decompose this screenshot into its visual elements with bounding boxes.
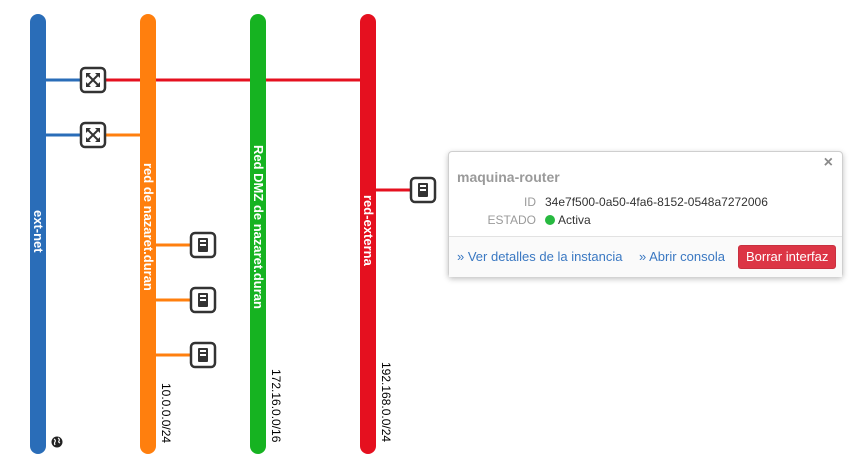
popup-id-value: 34e7f500-0a50-4fa6-8152-0548a7272006 (545, 195, 768, 209)
popup-id-label: ID (524, 195, 536, 209)
popup-title: maquina-router (457, 169, 560, 185)
instance-icon[interactable] (189, 231, 217, 259)
network-label-dmz: Red DMZ de nazaret.duran (251, 145, 266, 309)
popup-status-label: ESTADO (487, 213, 536, 227)
close-icon[interactable]: × (824, 154, 833, 172)
network-label-ext-net: ext-net (31, 210, 46, 253)
network-label-nazaret: red de nazaret.duran (141, 163, 156, 291)
cidr-label-dmz: 172.16.0.0/16 (269, 369, 283, 443)
instance-icon-maquina-router[interactable] (409, 176, 437, 204)
delete-interface-button[interactable]: Borrar interfaz (738, 245, 837, 269)
instance-icon[interactable] (189, 341, 217, 369)
popup-status-value-wrap: Activa (545, 213, 591, 227)
instance-popup: × maquina-router ID 34e7f500-0a50-4fa6-8… (448, 151, 843, 277)
popup-actions: » Ver detalles de la instancia » Abrir c… (449, 237, 842, 277)
router-icon[interactable] (79, 66, 107, 94)
router-icon[interactable] (79, 121, 107, 149)
cidr-label-nazaret: 10.0.0.0/24 (159, 383, 173, 443)
network-label-externa: red-externa (361, 195, 376, 267)
instance-icon[interactable] (189, 286, 217, 314)
status-dot-icon (545, 215, 555, 225)
open-console-link[interactable]: » Abrir consola (639, 249, 725, 264)
view-instance-details-link[interactable]: » Ver detalles de la instancia (457, 249, 623, 264)
cidr-label-externa: 192.168.0.0/24 (379, 362, 393, 442)
globe-icon (51, 436, 63, 448)
popup-status-value: Activa (558, 213, 591, 227)
